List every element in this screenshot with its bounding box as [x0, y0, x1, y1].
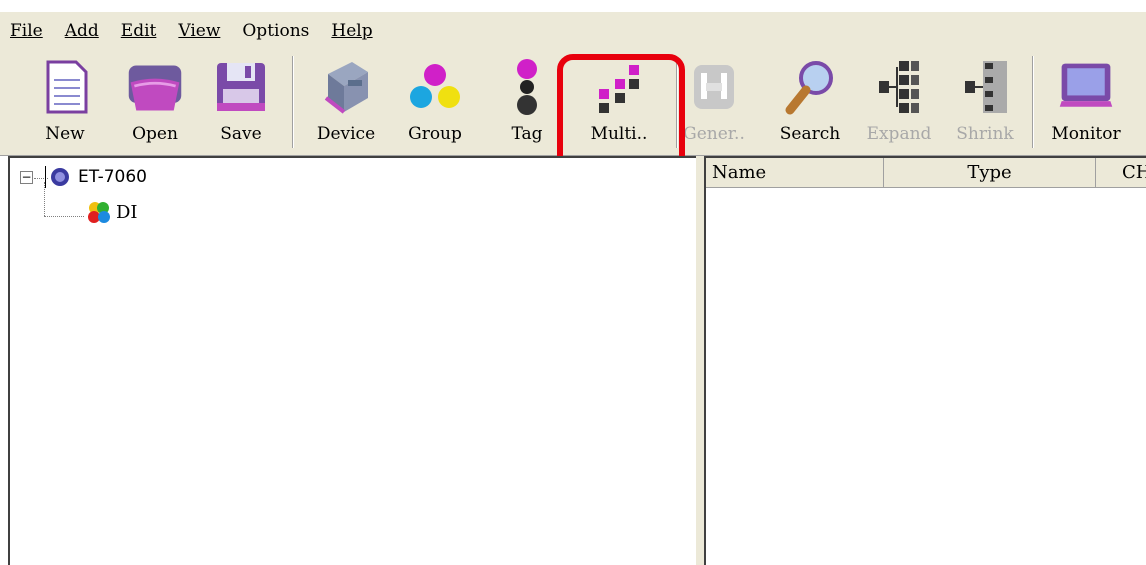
- device-module-icon: [316, 56, 376, 118]
- expand-tree-icon: [869, 56, 929, 118]
- generate-button[interactable]: Gener..: [683, 50, 745, 156]
- tree-node-et7060[interactable]: − ET-7060: [20, 166, 147, 188]
- tag-button[interactable]: Tag: [502, 50, 552, 156]
- floppy-disk-icon: [211, 56, 271, 118]
- wrench-icon: [684, 56, 744, 118]
- column-header-label: CH: [1122, 162, 1146, 183]
- column-header-label: Name: [712, 162, 767, 183]
- group-icon: [405, 56, 465, 118]
- new-button[interactable]: New: [32, 50, 98, 156]
- tag-icon: [497, 56, 557, 118]
- menu-bar: File Add Edit View Options Help: [0, 12, 1146, 50]
- expand-button[interactable]: Expand: [860, 50, 938, 156]
- shrink-label: Shrink: [956, 124, 1014, 144]
- column-header-label: Type: [967, 162, 1012, 183]
- magnifier-icon: [780, 56, 840, 118]
- group-button[interactable]: Group: [400, 50, 470, 156]
- toolbar: New Open Save Device Group Tag Multi.. G…: [0, 50, 1146, 156]
- menu-edit[interactable]: Edit: [121, 21, 157, 41]
- menu-file[interactable]: File: [10, 21, 43, 41]
- generate-label: Gener..: [683, 124, 745, 144]
- tree-node-label: ET-7060: [78, 167, 147, 187]
- column-header-type[interactable]: Type: [884, 158, 1096, 188]
- multi-tag-icon: [589, 56, 649, 118]
- menu-options[interactable]: Options: [242, 21, 309, 41]
- column-header-ch[interactable]: CH: [1096, 158, 1146, 188]
- window-top-strip: [0, 0, 1146, 12]
- save-button[interactable]: Save: [208, 50, 274, 156]
- monitor-label: Monitor: [1051, 124, 1121, 144]
- toolbar-separator: [1032, 56, 1034, 148]
- search-label: Search: [779, 124, 841, 144]
- toolbar-separator: [292, 56, 294, 148]
- multi-label: Multi..: [590, 124, 648, 144]
- tree-connector: [44, 216, 84, 217]
- open-button[interactable]: Open: [118, 50, 192, 156]
- collapse-toggle[interactable]: −: [20, 170, 33, 184]
- shrink-button[interactable]: Shrink: [950, 50, 1020, 156]
- tree-node-label: DI: [116, 201, 138, 223]
- device-node-icon: [51, 168, 69, 186]
- tree-node-di[interactable]: DI: [86, 200, 138, 224]
- save-label: Save: [220, 124, 262, 144]
- open-folder-icon: [125, 56, 185, 118]
- new-document-icon: [35, 56, 95, 118]
- list-view-pane[interactable]: Name Type CH: [704, 156, 1146, 565]
- menu-help[interactable]: Help: [331, 21, 372, 41]
- group-node-icon: [88, 202, 110, 223]
- search-button[interactable]: Search: [772, 50, 848, 156]
- group-label: Group: [408, 124, 462, 144]
- monitor-button[interactable]: Monitor: [1038, 50, 1134, 156]
- menu-view[interactable]: View: [178, 21, 220, 41]
- multi-button[interactable]: Multi..: [578, 50, 660, 156]
- column-header-name[interactable]: Name: [706, 158, 884, 188]
- device-button[interactable]: Device: [306, 50, 386, 156]
- device-tree-pane[interactable]: − ET-7060 DI: [8, 156, 696, 565]
- expand-label: Expand: [866, 124, 932, 144]
- tag-label: Tag: [511, 124, 543, 144]
- menu-add[interactable]: Add: [65, 21, 99, 41]
- pane-splitter[interactable]: [696, 156, 704, 565]
- monitor-icon: [1056, 56, 1116, 118]
- open-label: Open: [132, 124, 178, 144]
- shrink-tree-icon: [955, 56, 1015, 118]
- new-label: New: [45, 124, 85, 144]
- toolbar-separator: [676, 56, 678, 148]
- device-label: Device: [316, 124, 376, 144]
- tree-focus-bar: [45, 166, 46, 188]
